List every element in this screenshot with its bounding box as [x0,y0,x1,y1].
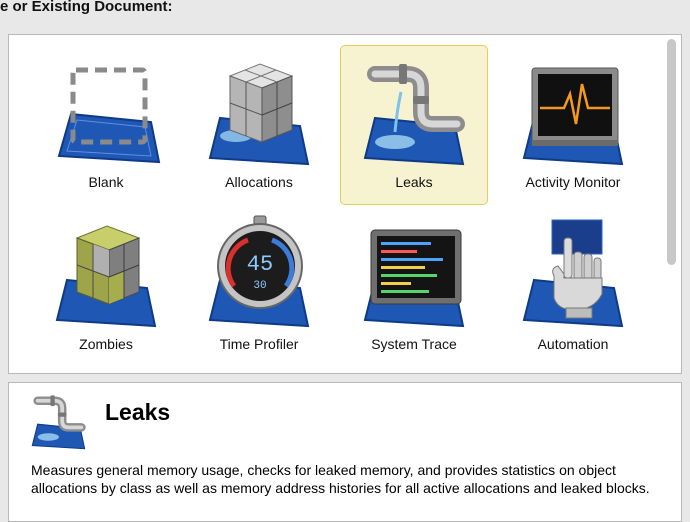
template-label: Automation [537,336,609,352]
template-automation[interactable]: Automation [499,207,647,367]
automation-hand-icon [522,219,624,328]
template-detail-panel: Leaks Measures general memory usage, che… [8,382,682,522]
template-label: System Trace [371,336,457,352]
template-label: Activity Monitor [525,174,621,190]
leaks-pipes-icon [363,64,465,166]
vertical-scrollbar[interactable] [666,39,677,369]
allocations-cube-icon [208,63,310,166]
leaks-pipes-icon [31,395,86,450]
template-label: Blank [88,174,124,190]
template-label: Zombies [79,336,133,352]
template-allocations[interactable]: Allocations [185,45,333,205]
template-leaks[interactable]: Leaks [340,45,488,205]
template-time-profiler[interactable]: 45 30 Time Profiler [185,207,333,367]
stopwatch-sub-digits: 30 [253,280,266,292]
template-system-trace[interactable]: System Trace [340,207,488,367]
detail-title: Leaks [105,399,171,425]
time-profiler-stopwatch-icon: 45 30 [208,215,310,328]
template-grid: Blank Allocations Leaks Activity Monitor… [8,34,682,374]
section-heading: e or Existing Document: [0,0,173,15]
template-label: Leaks [395,174,433,190]
zombies-cube-icon [55,225,157,328]
system-trace-icon [363,229,465,328]
stopwatch-main-digits: 45 [247,252,273,277]
blank-template-icon [57,67,161,164]
template-label: Allocations [225,174,293,190]
template-blank[interactable]: Blank [32,45,180,205]
template-zombies[interactable]: Zombies [32,207,180,367]
template-label: Time Profiler [219,336,299,352]
detail-description: Measures general memory usage, checks fo… [31,462,650,496]
scrollbar-thumb[interactable] [667,39,676,265]
template-activity-monitor[interactable]: Activity Monitor [499,45,647,205]
activity-monitor-icon [522,67,624,166]
